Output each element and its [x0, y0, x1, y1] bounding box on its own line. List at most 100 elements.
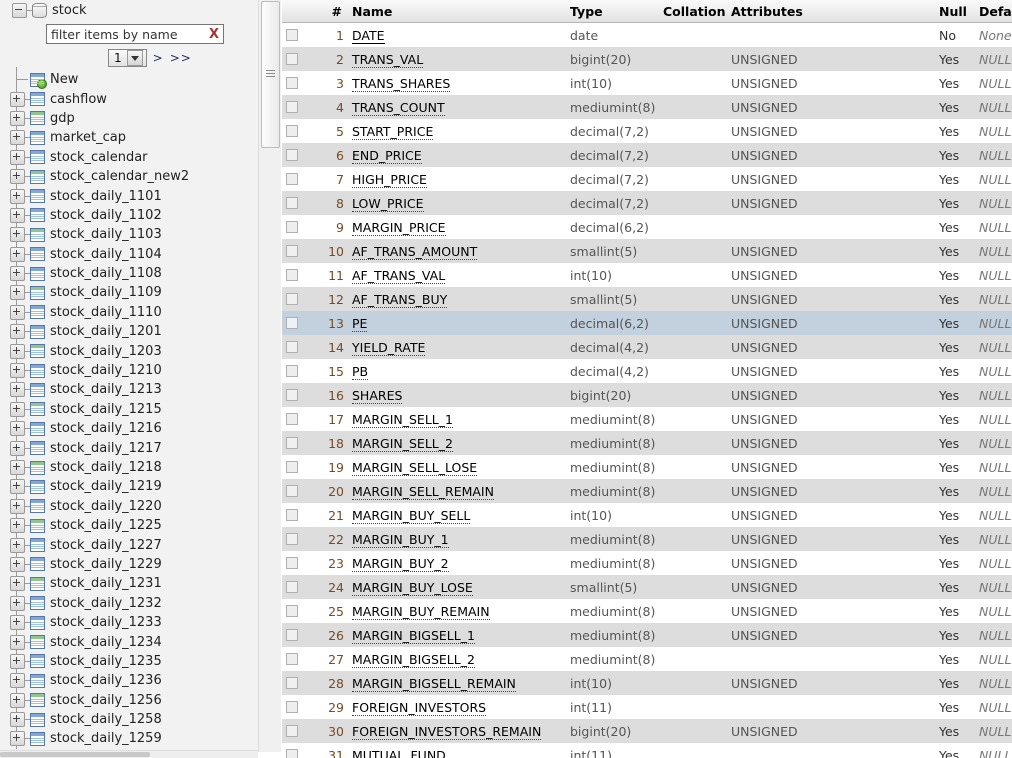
tree-item-table[interactable]: stock_daily_1258	[0, 710, 258, 729]
row-checkbox[interactable]	[286, 677, 298, 689]
column-name-cell[interactable]: MARGIN_BUY_LOSE	[348, 575, 566, 599]
row-checkbox-cell[interactable]	[282, 239, 312, 263]
table-row[interactable]: 25 MARGIN_BUY_REMAIN mediumint(8) UNSIGNED Y…	[282, 599, 1012, 623]
table-row[interactable]: 18 MARGIN_SELL_2 mediumint(8) UNSIGNED Yes NU…	[282, 431, 1012, 455]
table-row[interactable]: 14 YIELD_RATE decimal(4,2) UNSIGNED Yes NULL	[282, 335, 1012, 359]
expand-toggle-icon[interactable]	[10, 440, 25, 456]
table-row[interactable]: 15 PB decimal(4,2) UNSIGNED Yes NULL	[282, 359, 1012, 383]
column-name-cell[interactable]: SHARES	[348, 383, 566, 407]
row-checkbox-cell[interactable]	[282, 527, 312, 551]
expand-toggle-icon[interactable]	[10, 285, 25, 301]
column-name-cell[interactable]: MARGIN_PRICE	[348, 215, 566, 239]
filter-input[interactable]: filter items by name X	[46, 24, 224, 44]
column-name-cell[interactable]: MARGIN_SELL_2	[348, 431, 566, 455]
row-checkbox-cell[interactable]	[282, 71, 312, 95]
row-checkbox-cell[interactable]	[282, 335, 312, 359]
row-checkbox[interactable]	[286, 77, 298, 89]
tree-item-table[interactable]: stock_daily_1215	[0, 400, 258, 419]
column-name-cell[interactable]: YIELD_RATE	[348, 335, 566, 359]
scrollbar-thumb[interactable]	[0, 752, 150, 757]
row-checkbox[interactable]	[286, 725, 298, 737]
tree-item-new[interactable]: New	[0, 70, 258, 89]
row-checkbox[interactable]	[286, 245, 298, 257]
table-row[interactable]: 10 AF_TRANS_AMOUNT smallint(5) UNSIGNED Yes N…	[282, 239, 1012, 263]
column-header-null[interactable]: Null	[935, 0, 975, 23]
row-checkbox-cell[interactable]	[282, 215, 312, 239]
row-checkbox-cell[interactable]	[282, 191, 312, 215]
row-checkbox[interactable]	[286, 221, 298, 233]
table-row[interactable]: 6 END_PRICE decimal(7,2) UNSIGNED Yes NULL	[282, 143, 1012, 167]
row-checkbox[interactable]	[286, 149, 298, 161]
tree-item-table[interactable]: stock_daily_1227	[0, 535, 258, 554]
expand-toggle-icon[interactable]	[10, 673, 25, 689]
table-row[interactable]: 17 MARGIN_SELL_1 mediumint(8) UNSIGNED Yes NU…	[282, 407, 1012, 431]
row-checkbox-cell[interactable]	[282, 119, 312, 143]
row-checkbox-cell[interactable]	[282, 695, 312, 719]
column-name-cell[interactable]: HIGH_PRICE	[348, 167, 566, 191]
expand-toggle-icon[interactable]	[10, 169, 25, 185]
table-row[interactable]: 21 MARGIN_BUY_SELL int(10) UNSIGNED Yes NULL	[282, 503, 1012, 527]
expand-toggle-icon[interactable]	[10, 712, 25, 728]
scrollbar-thumb[interactable]	[261, 1, 280, 148]
tree-item-table[interactable]: stock_daily_1108	[0, 264, 258, 283]
row-checkbox[interactable]	[286, 533, 298, 545]
column-name-cell[interactable]: MUTUAL_FUND	[348, 743, 566, 758]
column-name-cell[interactable]: MARGIN_SELL_LOSE	[348, 455, 566, 479]
column-name-cell[interactable]: START_PRICE	[348, 119, 566, 143]
column-header-attributes[interactable]: Attributes	[727, 0, 935, 23]
row-checkbox-cell[interactable]	[282, 431, 312, 455]
row-checkbox[interactable]	[286, 485, 298, 497]
row-checkbox[interactable]	[286, 173, 298, 185]
tree-item-table[interactable]: stock_daily_1104	[0, 245, 258, 264]
column-name-cell[interactable]: END_PRICE	[348, 143, 566, 167]
sidebar-vertical-scrollbar[interactable]	[258, 0, 281, 752]
expand-toggle-icon[interactable]	[10, 304, 25, 320]
expand-toggle-icon[interactable]	[10, 324, 25, 340]
column-header-type[interactable]: Type	[566, 0, 659, 23]
select-all-header[interactable]	[282, 0, 312, 23]
row-checkbox[interactable]	[286, 701, 298, 713]
table-row[interactable]: 8 LOW_PRICE decimal(7,2) UNSIGNED Yes NULL	[282, 191, 1012, 215]
tree-item-table[interactable]: stock_daily_1234	[0, 632, 258, 651]
column-header-default[interactable]: Default	[975, 0, 1012, 23]
tree-item-table[interactable]: stock_daily_1231	[0, 574, 258, 593]
table-row[interactable]: 9 MARGIN_PRICE decimal(6,2) Yes NULL	[282, 215, 1012, 239]
chevron-down-icon[interactable]	[126, 50, 143, 66]
tree-item-table[interactable]: stock_daily_1229	[0, 555, 258, 574]
table-row[interactable]: 3 TRANS_SHARES int(10) UNSIGNED Yes NULL	[282, 71, 1012, 95]
column-name-cell[interactable]: TRANS_VAL	[348, 47, 566, 71]
row-checkbox[interactable]	[286, 581, 298, 593]
row-checkbox[interactable]	[286, 293, 298, 305]
row-checkbox-cell[interactable]	[282, 623, 312, 647]
column-name-cell[interactable]: PE	[348, 311, 566, 335]
tree-item-table[interactable]: stock_calendar_new2	[0, 167, 258, 186]
column-header-name[interactable]: Name	[348, 0, 566, 23]
row-checkbox-cell[interactable]	[282, 143, 312, 167]
row-checkbox-cell[interactable]	[282, 95, 312, 119]
column-name-cell[interactable]: MARGIN_BIGSELL_REMAIN	[348, 671, 566, 695]
tree-item-table[interactable]: stock_daily_1233	[0, 613, 258, 632]
row-checkbox-cell[interactable]	[282, 599, 312, 623]
expand-toggle-icon[interactable]	[10, 363, 25, 379]
table-row[interactable]: 19 MARGIN_SELL_LOSE mediumint(8) UNSIGNED Ye…	[282, 455, 1012, 479]
row-checkbox-cell[interactable]	[282, 719, 312, 743]
table-row[interactable]: 11 AF_TRANS_VAL int(10) UNSIGNED Yes NULL	[282, 263, 1012, 287]
tree-item-table[interactable]: stock_daily_1217	[0, 438, 258, 457]
table-row[interactable]: 27 MARGIN_BIGSELL_2 mediumint(8) Yes NULL	[282, 647, 1012, 671]
row-checkbox[interactable]	[286, 197, 298, 209]
expand-toggle-icon[interactable]	[10, 556, 25, 572]
row-checkbox[interactable]	[286, 269, 298, 281]
table-row[interactable]: 31 MUTUAL_FUND int(11) Yes NULL	[282, 743, 1012, 758]
expand-toggle-icon[interactable]	[10, 460, 25, 475]
row-checkbox[interactable]	[286, 509, 298, 521]
table-row[interactable]: 16 SHARES bigint(20) UNSIGNED Yes NULL	[282, 383, 1012, 407]
page-select[interactable]: 1	[108, 49, 147, 67]
expand-toggle-icon[interactable]	[10, 188, 25, 204]
row-checkbox[interactable]	[286, 461, 298, 473]
table-row[interactable]: 7 HIGH_PRICE decimal(7,2) UNSIGNED Yes NULL	[282, 167, 1012, 191]
tree-item-table[interactable]: stock_daily_1219	[0, 477, 258, 496]
tree-item-table[interactable]: stock_daily_1110	[0, 303, 258, 322]
column-name-cell[interactable]: MARGIN_SELL_1	[348, 407, 566, 431]
row-checkbox-cell[interactable]	[282, 383, 312, 407]
column-name-cell[interactable]: FOREIGN_INVESTORS	[348, 695, 566, 719]
